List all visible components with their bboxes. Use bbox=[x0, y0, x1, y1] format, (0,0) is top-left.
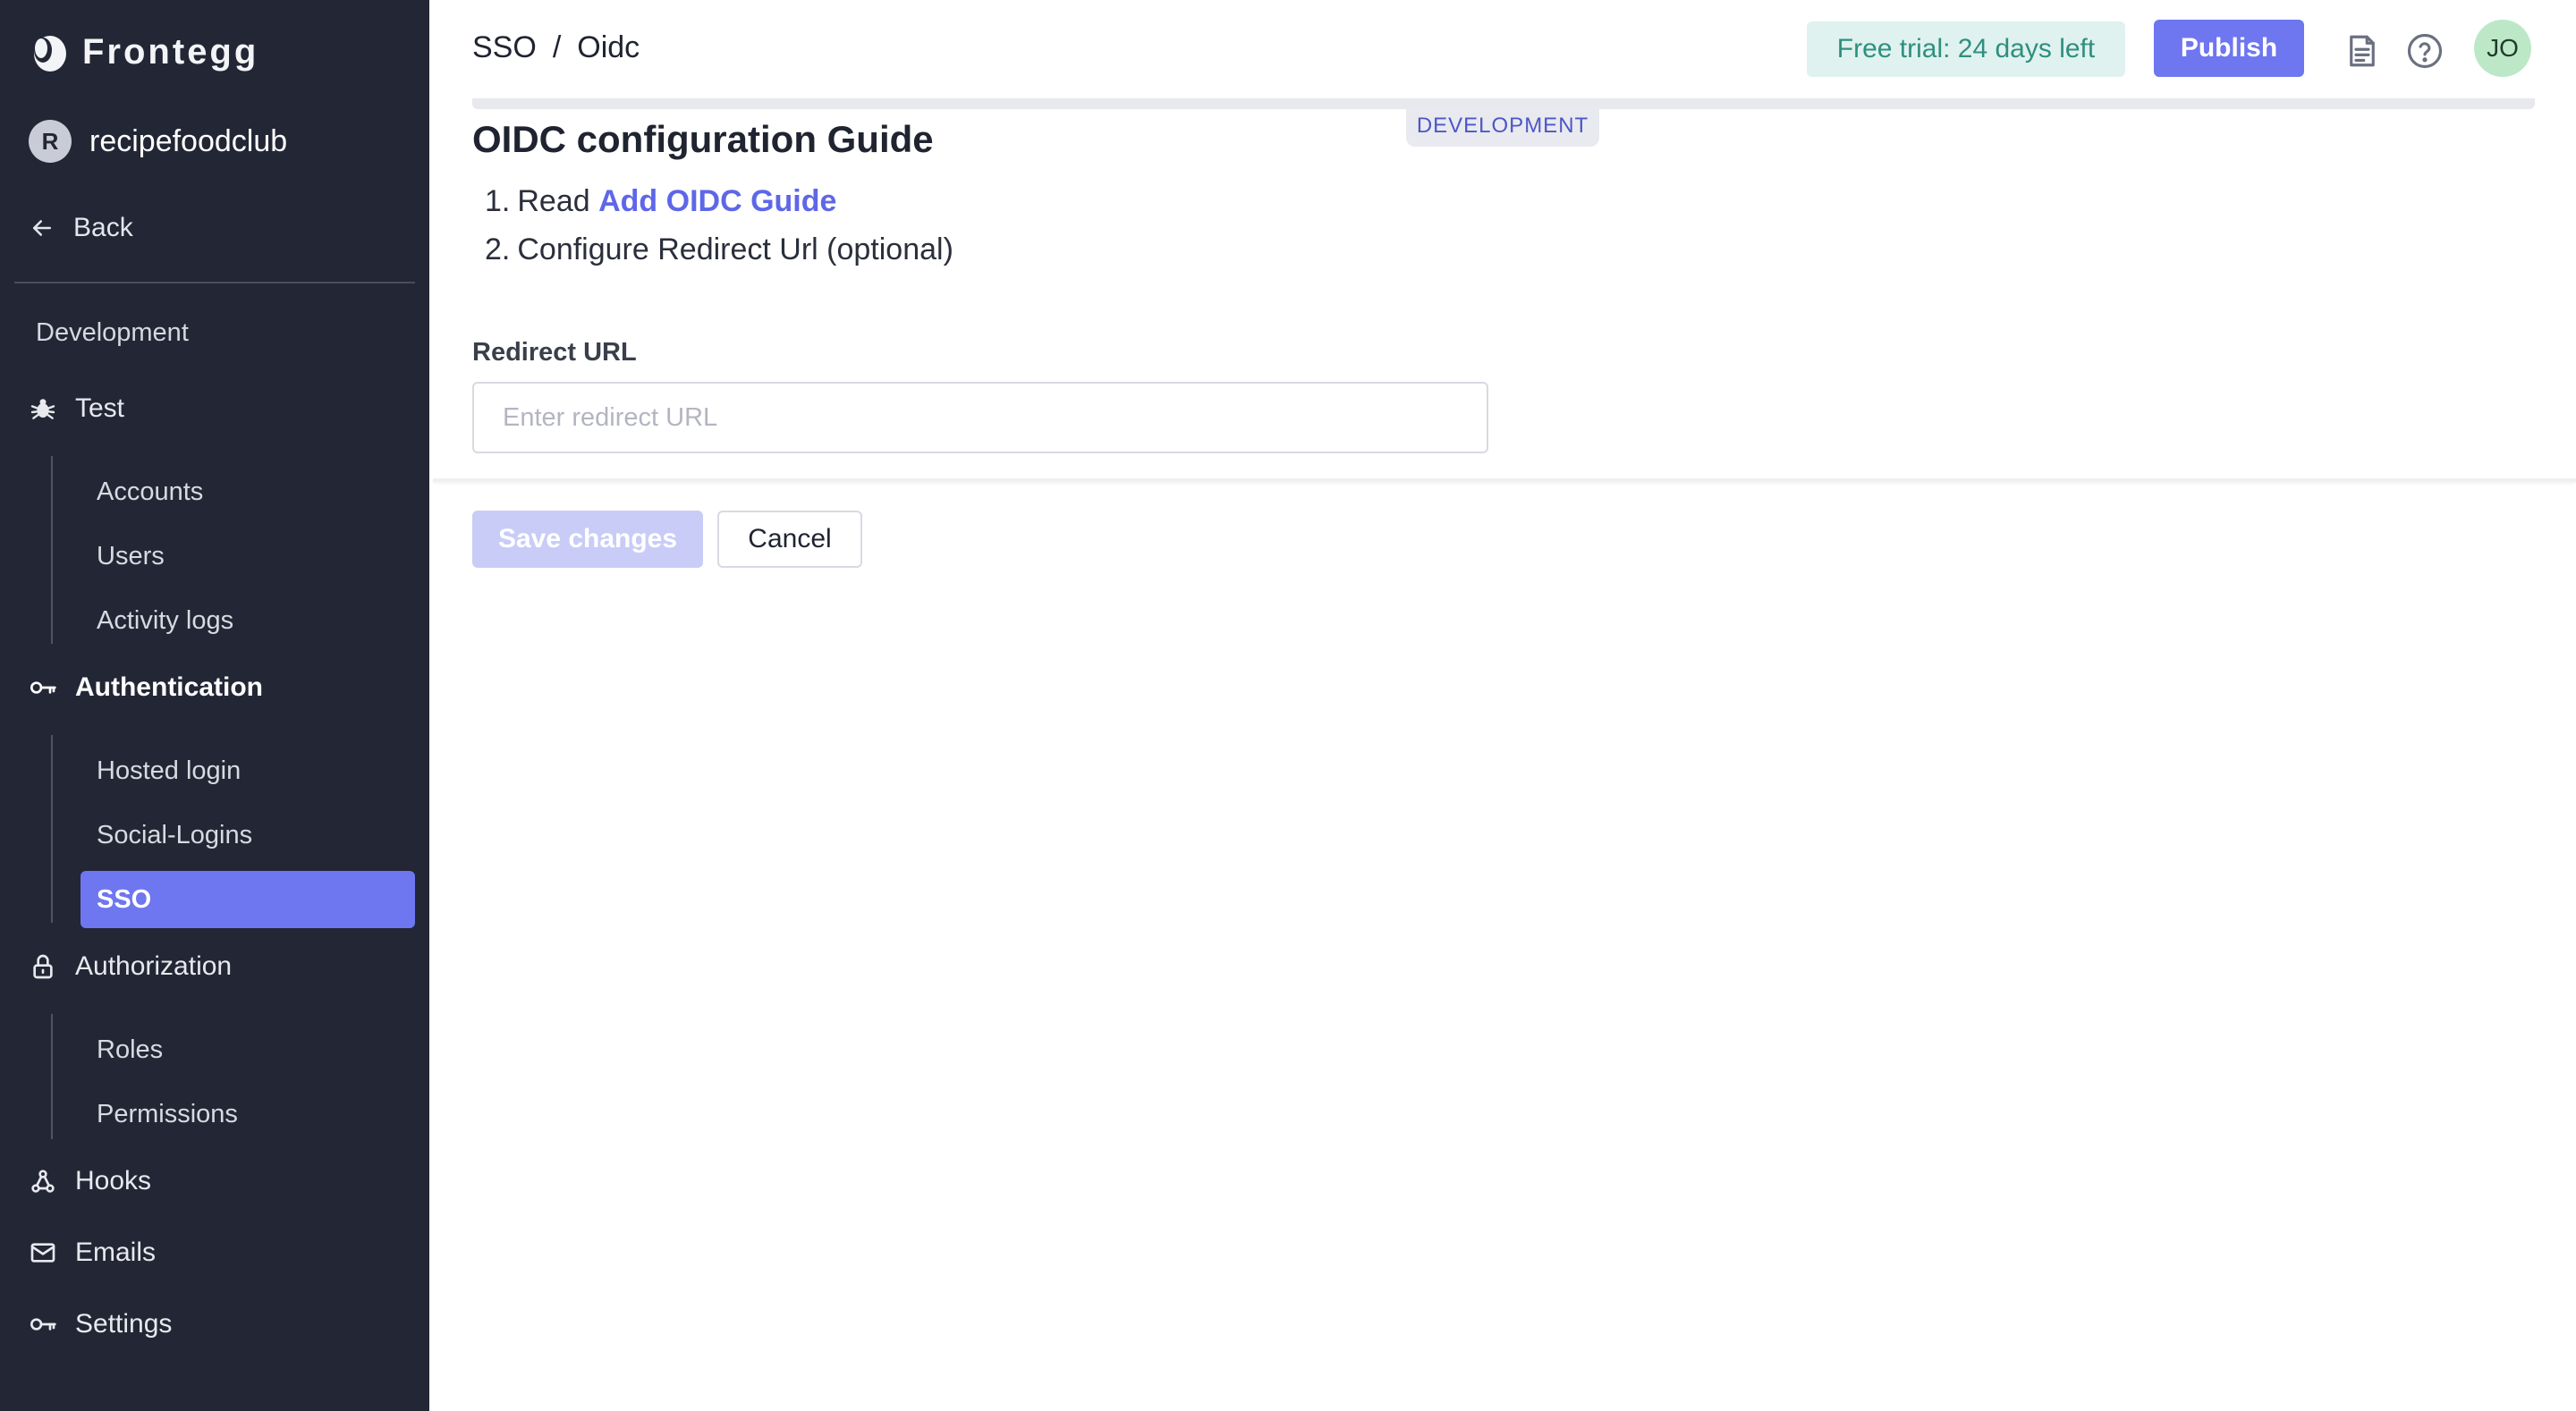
key-icon bbox=[30, 1318, 56, 1331]
sidebar-item-label: SSO bbox=[97, 884, 152, 914]
back-label: Back bbox=[73, 213, 133, 242]
save-changes-button[interactable]: Save changes bbox=[472, 511, 703, 568]
redirect-url-label: Redirect URL bbox=[472, 338, 637, 367]
environment-badge: DEVELOPMENT bbox=[1406, 106, 1599, 147]
sidebar-item-authorization[interactable]: Authorization bbox=[29, 951, 232, 982]
breadcrumb-item-oidc: Oidc bbox=[577, 30, 640, 64]
guide-step-1: 1. Read Add OIDC Guide bbox=[485, 184, 836, 219]
breadcrumb-separator: / bbox=[552, 30, 562, 64]
guide-step-2: 2. Configure Redirect Url (optional) bbox=[485, 232, 953, 267]
sidebar-item-label: Accounts bbox=[97, 477, 204, 506]
sidebar-item-label: Permissions bbox=[97, 1099, 238, 1128]
bug-icon bbox=[30, 399, 55, 419]
guide-title: OIDC configuration Guide bbox=[472, 118, 934, 160]
subnav-line bbox=[51, 735, 53, 923]
user-avatar[interactable]: JO bbox=[2474, 20, 2531, 77]
breadcrumb-item-sso[interactable]: SSO bbox=[472, 30, 537, 65]
sidebar-item-roles[interactable]: Roles bbox=[80, 1021, 415, 1078]
document-icon[interactable] bbox=[2343, 32, 2381, 70]
sidebar-item-sso[interactable]: SSO bbox=[80, 871, 415, 928]
sidebar-item-emails[interactable]: Emails bbox=[29, 1238, 156, 1268]
sidebar-item-permissions[interactable]: Permissions bbox=[80, 1086, 415, 1143]
sidebar-item-label: Activity logs bbox=[97, 605, 234, 635]
subnav-line bbox=[51, 1014, 53, 1139]
lock-icon bbox=[33, 954, 53, 979]
sidebar-item-label: Users bbox=[97, 541, 165, 570]
breadcrumb: SSO / Oidc bbox=[472, 30, 640, 65]
sidebar-divider bbox=[14, 282, 415, 283]
sidebar-item-label: Hooks bbox=[75, 1166, 152, 1196]
back-button[interactable]: Back bbox=[29, 213, 133, 243]
arrow-left-icon bbox=[33, 220, 51, 236]
cancel-button[interactable]: Cancel bbox=[717, 511, 862, 568]
top-header: SSO / Oidc Free trial: 24 days left Publ… bbox=[429, 0, 2576, 98]
sidebar-item-label: Social-Logins bbox=[97, 820, 253, 849]
frontegg-logo-icon bbox=[34, 36, 66, 72]
sidebar-item-settings[interactable]: Settings bbox=[29, 1309, 172, 1339]
key-icon bbox=[30, 681, 56, 694]
mail-icon bbox=[30, 1243, 55, 1263]
sidebar-item-hosted-login[interactable]: Hosted login bbox=[80, 742, 415, 799]
sidebar-item-activity-logs[interactable]: Activity logs bbox=[80, 592, 415, 649]
sidebar-item-accounts[interactable]: Accounts bbox=[80, 463, 415, 520]
sidebar-item-label: Roles bbox=[97, 1035, 164, 1064]
sidebar-item-hooks[interactable]: Hooks bbox=[29, 1166, 151, 1196]
sidebar: Frontegg R recipefoodclub Back Developme… bbox=[0, 0, 429, 1411]
publish-button[interactable]: Publish bbox=[2154, 20, 2304, 77]
subnav-line bbox=[51, 456, 53, 644]
sidebar-item-label: Hosted login bbox=[97, 756, 242, 785]
add-oidc-guide-link[interactable]: Add OIDC Guide bbox=[598, 184, 836, 218]
brand[interactable]: Frontegg bbox=[27, 25, 258, 79]
workspace-switcher[interactable]: R recipefoodclub bbox=[29, 120, 287, 163]
sidebar-item-test[interactable]: Test bbox=[29, 393, 124, 424]
help-icon[interactable] bbox=[2406, 32, 2444, 70]
sidebar-item-label: Authorization bbox=[75, 951, 233, 981]
sidebar-item-label: Settings bbox=[75, 1309, 173, 1339]
form-footer-divider bbox=[433, 478, 2576, 482]
sidebar-item-label: Authentication bbox=[75, 672, 263, 702]
step-number: 2. bbox=[485, 232, 511, 266]
workspace-name: recipefoodclub bbox=[89, 123, 288, 158]
sidebar-item-social-logins[interactable]: Social-Logins bbox=[80, 807, 415, 864]
section-label-development: Development bbox=[36, 318, 189, 347]
brand-name: Frontegg bbox=[82, 31, 259, 72]
step-text: Configure Redirect Url (optional) bbox=[517, 232, 953, 266]
redirect-url-input[interactable] bbox=[472, 382, 1488, 453]
sidebar-item-users[interactable]: Users bbox=[80, 528, 415, 585]
sidebar-item-label: Emails bbox=[75, 1238, 157, 1267]
step-number: 1. bbox=[485, 184, 511, 218]
sidebar-item-label: Test bbox=[75, 393, 125, 423]
sidebar-item-authentication[interactable]: Authentication bbox=[29, 672, 263, 703]
webhook-icon bbox=[31, 1170, 55, 1193]
workspace-avatar: R bbox=[29, 120, 72, 163]
step-text: Read bbox=[517, 184, 590, 218]
free-trial-badge[interactable]: Free trial: 24 days left bbox=[1807, 21, 2125, 77]
